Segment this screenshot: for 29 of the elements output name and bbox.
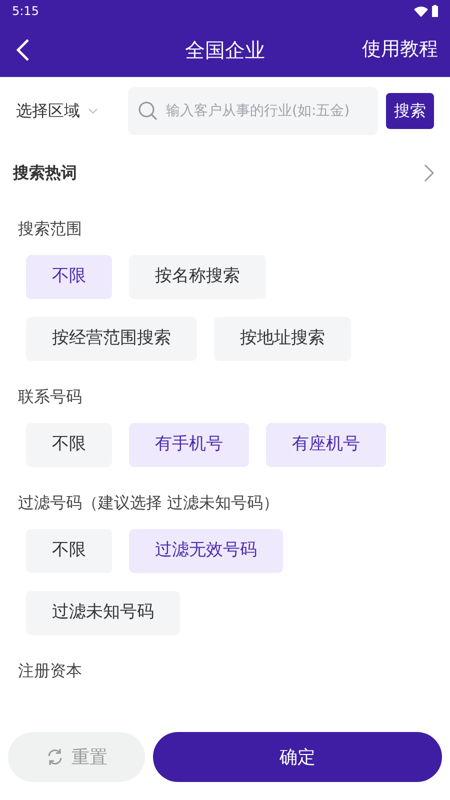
filter-title: 联系号码 — [17, 386, 83, 408]
option-chip[interactable]: 不限 — [26, 529, 112, 573]
search-icon — [138, 101, 158, 121]
option-chip[interactable]: 不限 — [26, 255, 112, 299]
page-title: 全国企业 — [185, 36, 265, 64]
refresh-icon — [46, 748, 64, 766]
option-chip[interactable]: 有座机号 — [266, 423, 386, 467]
option-chip[interactable]: 按名称搜索 — [129, 255, 266, 299]
option-chip[interactable]: 按地址搜索 — [214, 317, 351, 361]
battery-icon — [432, 5, 438, 17]
tutorial-link[interactable]: 使用教程 — [362, 35, 438, 64]
option-chip[interactable]: 有手机号 — [129, 423, 249, 467]
search-field[interactable]: 输入客户从事的行业(如:五金) — [128, 87, 378, 135]
caret-icon — [88, 108, 98, 114]
option-chip[interactable]: 不限 — [26, 423, 112, 467]
status-time: 5:15 — [12, 3, 39, 20]
region-select[interactable]: 选择区域 — [16, 99, 80, 123]
filter-title: 注册资本 — [17, 660, 83, 682]
confirm-button[interactable]: 确定 — [153, 732, 442, 782]
option-chip[interactable]: 按经营范围搜索 — [26, 317, 197, 361]
wifi-icon — [414, 6, 428, 16]
option-chip[interactable]: 过滤未知号码 — [26, 591, 180, 635]
chevron-right-icon[interactable] — [424, 164, 434, 182]
filter-title: 过滤号码（建议选择 过滤未知号码） — [17, 492, 280, 514]
section-heading: 搜索热词 — [13, 162, 77, 184]
option-chip[interactable]: 过滤无效号码 — [129, 529, 283, 573]
filter-title: 搜索范围 — [17, 218, 83, 240]
search-button[interactable]: 搜索 — [386, 93, 434, 129]
back-button[interactable] — [16, 37, 30, 62]
